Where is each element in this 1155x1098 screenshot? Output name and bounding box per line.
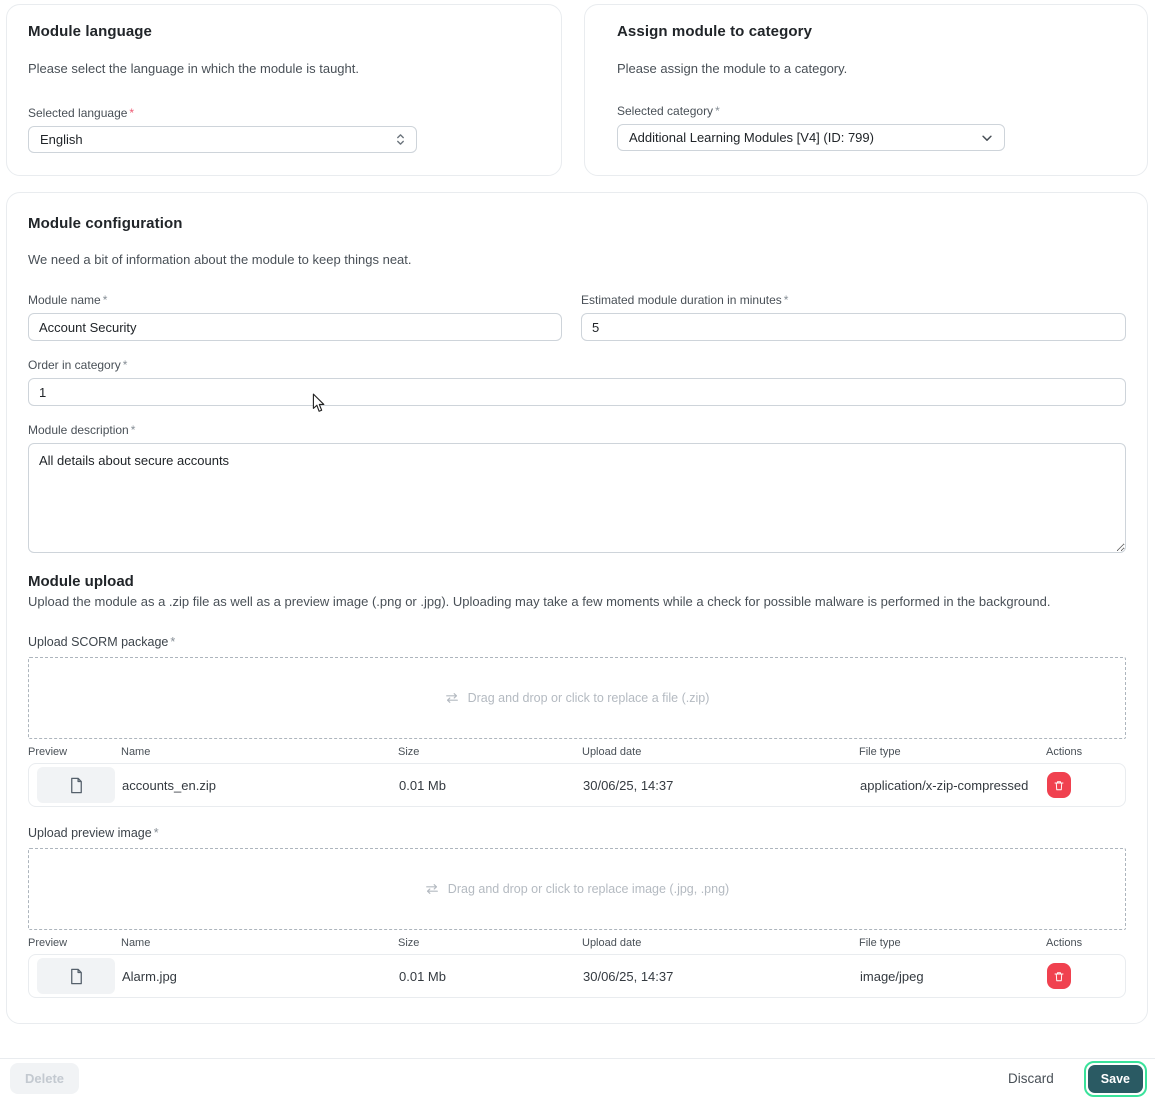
assign-category-card: Assign module to category Please assign … (584, 4, 1148, 176)
file-icon (67, 776, 86, 795)
file-upload-date: 30/06/25, 14:37 (583, 969, 860, 984)
delete-module-button[interactable]: Delete (10, 1063, 79, 1094)
module-language-description: Please select the language in which the … (28, 61, 540, 76)
assign-category-title: Assign module to category (617, 23, 1115, 40)
image-preview-thumb (37, 958, 115, 994)
preview-dropzone[interactable]: Drag and drop or click to replace image … (28, 848, 1126, 930)
file-name: accounts_en.zip (122, 778, 399, 793)
file-size: 0.01 Mb (399, 778, 583, 793)
category-select[interactable]: Additional Learning Modules [V4] (ID: 79… (617, 124, 1005, 151)
file-icon (67, 967, 86, 986)
select-stepper-icon (395, 132, 406, 147)
required-asterisk: * (154, 826, 159, 840)
module-configuration-description: We need a bit of information about the m… (28, 252, 1126, 267)
file-type: image/jpeg (860, 969, 1047, 984)
trash-icon (1053, 779, 1065, 792)
replace-file-icon (445, 691, 459, 705)
file-upload-date: 30/06/25, 14:37 (583, 778, 860, 793)
preview-file-row: Alarm.jpg 0.01 Mb 30/06/25, 14:37 image/… (28, 954, 1126, 998)
required-asterisk: * (103, 293, 108, 307)
required-asterisk: * (784, 293, 789, 307)
duration-input[interactable] (581, 313, 1126, 341)
module-name-input[interactable] (28, 313, 562, 341)
module-description-group: Module description* All details about se… (28, 423, 1126, 553)
file-name: Alarm.jpg (122, 969, 399, 984)
module-name-label: Module name* (28, 293, 562, 307)
replace-image-icon (425, 882, 439, 896)
preview-dropzone-text: Drag and drop or click to replace image … (448, 882, 729, 896)
file-preview-thumb (37, 767, 115, 803)
module-name-group: Module name* (28, 293, 562, 341)
module-description-label: Module description* (28, 423, 1126, 437)
module-description-textarea[interactable]: All details about secure accounts (28, 443, 1126, 553)
category-select-value: Additional Learning Modules [V4] (ID: 79… (629, 130, 874, 145)
required-asterisk: * (715, 104, 720, 118)
required-asterisk: * (123, 358, 128, 372)
scorm-dropzone-text: Drag and drop or click to replace a file… (468, 691, 710, 705)
module-upload-description: Upload the module as a .zip file as well… (28, 594, 1126, 609)
selected-category-label: Selected category* (617, 104, 1115, 118)
scorm-dropzone[interactable]: Drag and drop or click to replace a file… (28, 657, 1126, 739)
discard-button[interactable]: Discard (998, 1065, 1064, 1092)
module-language-title: Module language (28, 23, 540, 40)
file-size: 0.01 Mb (399, 969, 583, 984)
delete-image-button[interactable] (1047, 963, 1071, 989)
required-asterisk: * (129, 106, 134, 120)
required-asterisk: * (170, 635, 175, 649)
language-select[interactable]: English (28, 126, 417, 153)
preview-table-header: Preview Name Size Upload date File type … (28, 937, 1126, 949)
action-bar: Delete Discard Save (0, 1058, 1155, 1098)
language-select-value: English (40, 132, 83, 147)
assign-category-description: Please assign the module to a category. (617, 61, 1115, 76)
order-label: Order in category* (28, 358, 1126, 372)
module-language-card: Module language Please select the langua… (6, 4, 562, 176)
module-configuration-title: Module configuration (28, 215, 1126, 232)
order-group: Order in category* (28, 358, 1126, 406)
module-configuration-card: Module configuration We need a bit of in… (6, 192, 1148, 1024)
trash-icon (1053, 970, 1065, 983)
duration-group: Estimated module duration in minutes* (581, 293, 1126, 341)
scorm-file-row: accounts_en.zip 0.01 Mb 30/06/25, 14:37 … (28, 763, 1126, 807)
scorm-table-header: Preview Name Size Upload date File type … (28, 746, 1126, 758)
module-upload-title: Module upload (28, 573, 1126, 590)
save-button[interactable]: Save (1088, 1065, 1143, 1093)
selected-language-label: Selected language* (28, 106, 540, 120)
preview-image-label: Upload preview image* (28, 826, 1126, 840)
save-button-focus-ring: Save (1084, 1061, 1147, 1097)
delete-file-button[interactable] (1047, 772, 1071, 798)
order-input[interactable] (28, 378, 1126, 406)
chevron-down-icon (980, 131, 994, 145)
scorm-package-label: Upload SCORM package* (28, 635, 1126, 649)
required-asterisk: * (131, 423, 136, 437)
file-type: application/x-zip-compressed (860, 778, 1047, 793)
duration-label: Estimated module duration in minutes* (581, 293, 1126, 307)
